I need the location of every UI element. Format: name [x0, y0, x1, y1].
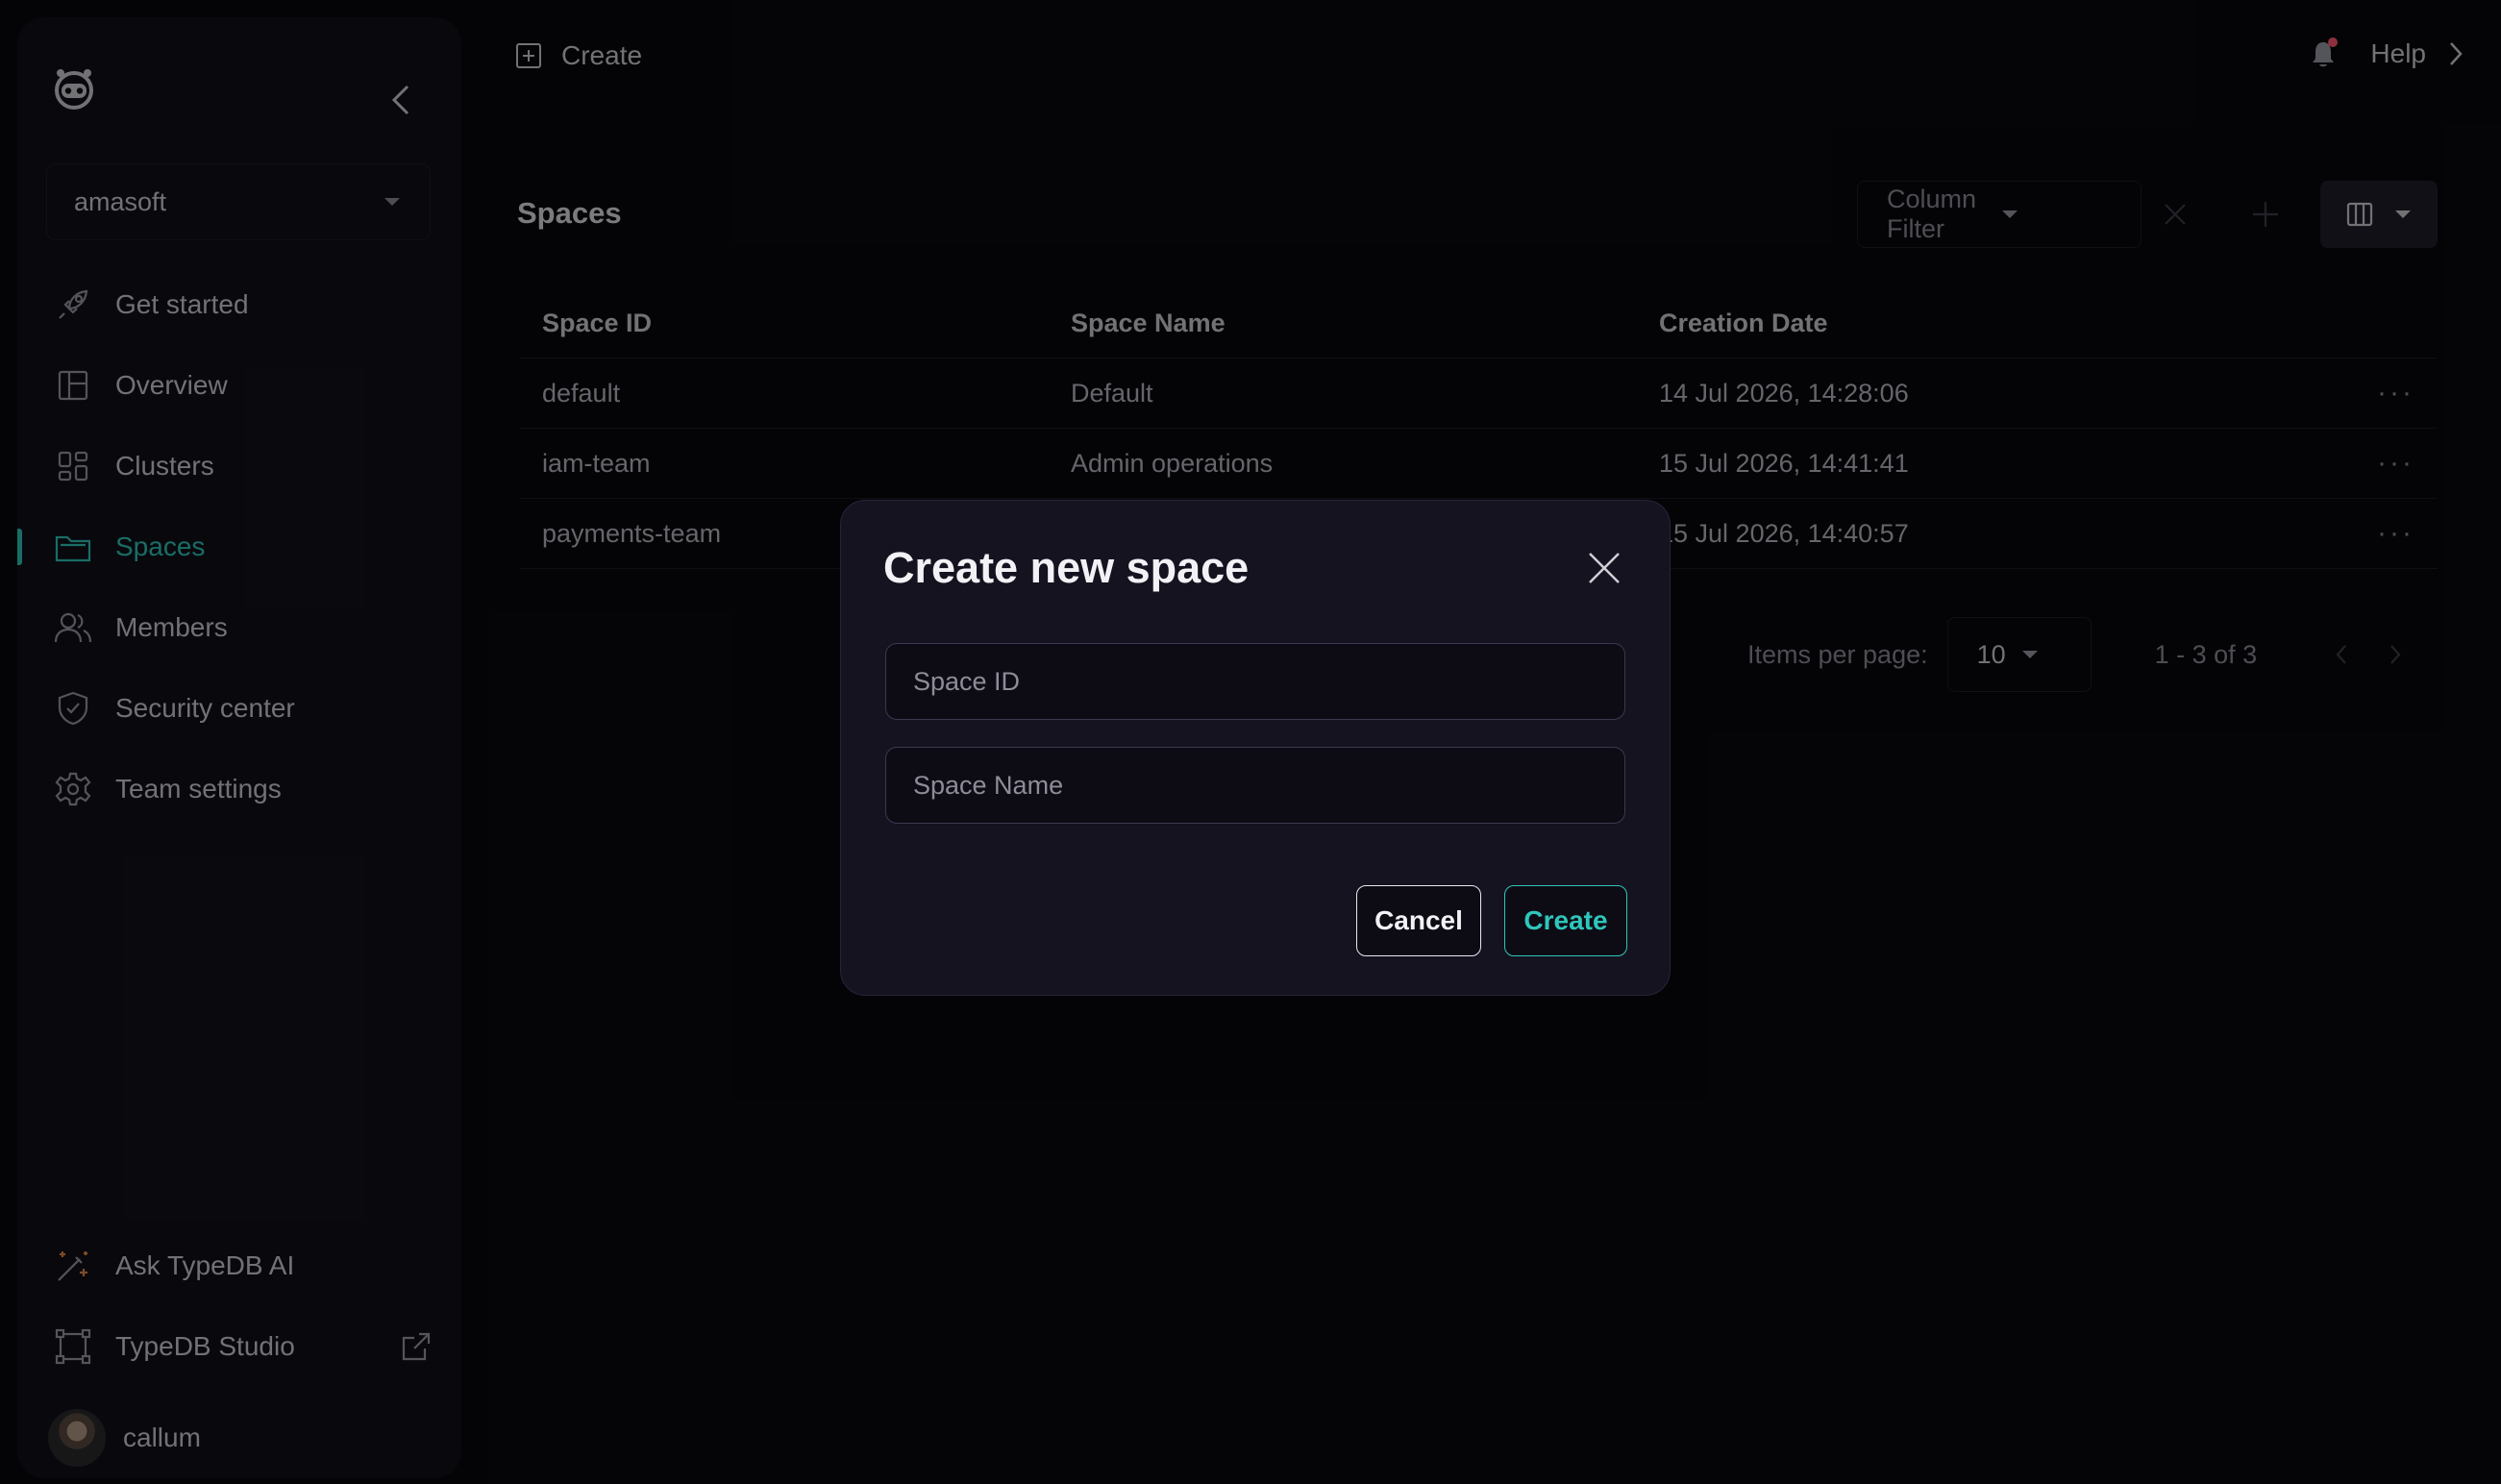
cancel-button[interactable]: Cancel: [1356, 885, 1481, 956]
dialog-title: Create new space: [883, 543, 1250, 592]
create-space-button[interactable]: Create: [1504, 885, 1627, 956]
close-icon[interactable]: [1587, 551, 1622, 585]
space-id-input[interactable]: [885, 643, 1625, 720]
create-space-dialog: Create new space Cancel Create: [840, 500, 1671, 996]
space-name-input[interactable]: [885, 747, 1625, 824]
